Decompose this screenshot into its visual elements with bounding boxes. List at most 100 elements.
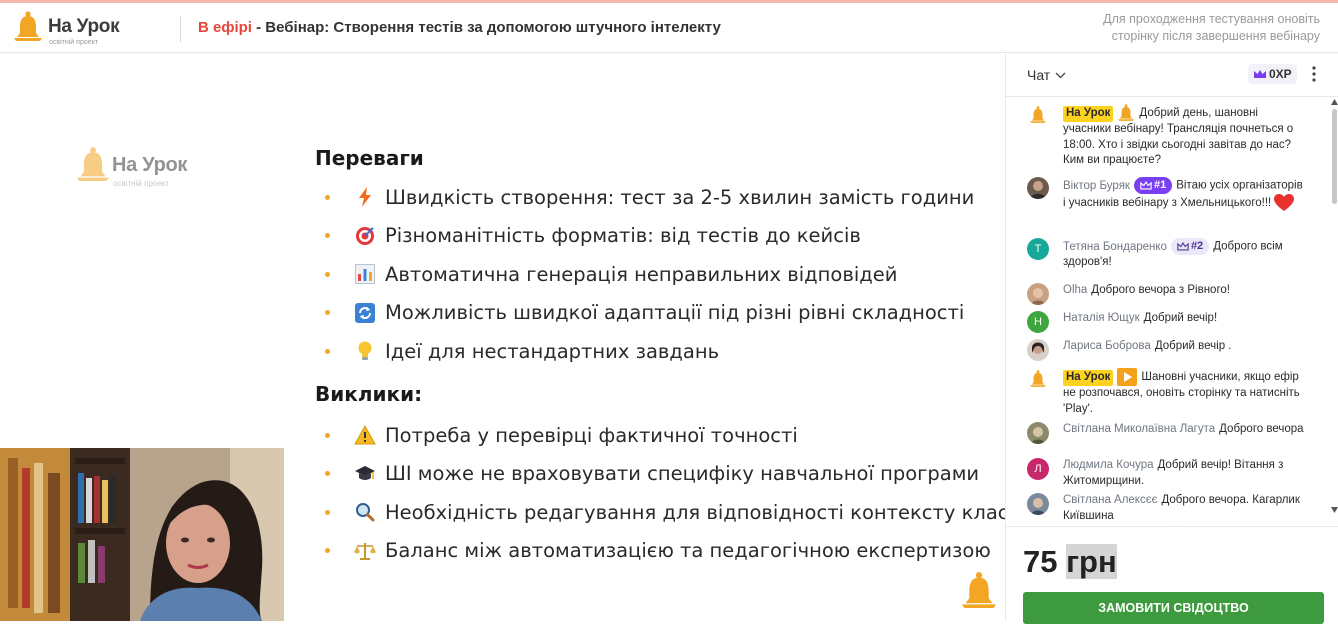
- author-name: Світлана Алексєє: [1063, 494, 1158, 506]
- author-name: Лариса Боброва: [1063, 340, 1151, 352]
- logo-subtitle: освітній проект: [49, 39, 98, 46]
- bell-icon: [1118, 104, 1135, 121]
- chat-tab-dropdown[interactable]: Чат: [1027, 67, 1066, 83]
- list-item-text: Ідеї для нестандартних завдань: [385, 339, 720, 363]
- message-text: Добрий вечір!: [1143, 312, 1218, 324]
- testing-note: Для проходження тестування оновіть сторі…: [1103, 12, 1320, 43]
- certificate-order-area: 75 грн ЗАМОВИТИ СВІДОЦТВО: [1006, 526, 1338, 624]
- chat-message-list[interactable]: На Урок Добрий день, шановні учасники веб…: [1006, 97, 1338, 525]
- header-divider: [180, 16, 181, 42]
- chat-tab-label: Чат: [1027, 67, 1051, 83]
- list-item-text: ШІ може не враховувати специфіку навчаль…: [385, 462, 980, 486]
- xp-badge[interactable]: 0XP: [1248, 64, 1297, 84]
- list-item: Можливість швидкої адаптації під різні р…: [325, 294, 974, 333]
- rank-badge: #1: [1133, 177, 1173, 194]
- chat-scrollbar[interactable]: [1329, 97, 1338, 525]
- top-bar: На Урок освітній проект В ефірі - Вебіна…: [0, 0, 1338, 53]
- scrollbar-thumb[interactable]: [1332, 109, 1337, 204]
- refresh-icon: [354, 302, 376, 324]
- list-item-text: Потреба у перевірці фактичної точності: [385, 423, 798, 447]
- bell-logo-icon: [14, 11, 42, 41]
- author-tag: На Урок: [1063, 106, 1114, 122]
- certificate-price: 75 грн: [1023, 544, 1117, 580]
- bullet-dot: [325, 509, 330, 515]
- avatar: Т: [1027, 238, 1049, 260]
- heart-icon: [1274, 194, 1295, 212]
- advantages-list: Швидкість створення: тест за 2-5 хвилин …: [325, 178, 974, 371]
- bullet-dot: [325, 548, 330, 554]
- bell-logo-icon: [77, 147, 109, 181]
- order-certificate-button[interactable]: ЗАМОВИТИ СВІДОЦТВО: [1023, 592, 1324, 624]
- bullet-dot: [325, 432, 330, 438]
- avatar: Л: [1027, 458, 1049, 480]
- list-item-text: Швидкість створення: тест за 2-5 хвилин …: [385, 185, 975, 209]
- na-urok-logo[interactable]: На Урок освітній проект: [14, 11, 134, 51]
- lightning-icon: [354, 186, 376, 208]
- target-icon: [354, 225, 376, 247]
- message-text: Доброго вечора з Рівного!: [1091, 284, 1230, 296]
- crown-icon: [1177, 242, 1189, 251]
- play-icon: [1117, 368, 1138, 386]
- slide-logo-name: На Урок: [112, 154, 188, 176]
- slide-logo-subtitle: освітній проект: [113, 179, 169, 188]
- bullet-dot: [325, 233, 330, 239]
- crown-icon: [1254, 70, 1266, 78]
- message-text: Добрий вечір .: [1154, 340, 1232, 352]
- bar-chart-icon: [354, 263, 376, 285]
- author-name: Наталія Ющук: [1063, 312, 1140, 324]
- warning-icon: [354, 424, 376, 446]
- author-name: Тетяна Бондаренко: [1063, 240, 1167, 253]
- avatar: [1027, 422, 1049, 444]
- avatar: [1027, 177, 1049, 199]
- avatar: Н: [1027, 311, 1049, 333]
- challenges-list: Потреба у перевірці фактичної точності Ш…: [325, 416, 1005, 570]
- author-name: Людмила Кочура: [1063, 459, 1154, 471]
- list-item-text: Різноманітність форматів: від тестів до …: [385, 224, 861, 248]
- live-label: В ефірі: [198, 19, 252, 36]
- scroll-up-arrow-icon[interactable]: [1331, 99, 1338, 105]
- list-item-text: Можливість швидкої адаптації під різні р…: [385, 301, 965, 325]
- price-amount: 75: [1023, 544, 1067, 579]
- chat-panel: Чат 0XP На Урок Добрий день, шановні учас…: [1005, 54, 1338, 624]
- bullet-dot: [325, 194, 330, 200]
- list-item: Потреба у перевірці фактичної точності: [325, 416, 1005, 455]
- bell-icon: [962, 572, 996, 608]
- list-item: Різноманітність форматів: від тестів до …: [325, 217, 974, 256]
- xp-value: 0XP: [1269, 67, 1292, 81]
- lightbulb-icon: [354, 340, 376, 362]
- list-item: ШІ може не враховувати специфіку навчаль…: [325, 455, 1005, 494]
- author-name: Світлана Миколаївна Лагута: [1063, 423, 1216, 435]
- chat-header: Чат 0XP: [1006, 54, 1338, 97]
- graduation-cap-icon: [354, 463, 376, 485]
- author-name: Віктор Буряк: [1063, 179, 1130, 192]
- price-currency: грн: [1066, 544, 1117, 579]
- bullet-dot: [325, 348, 330, 354]
- author-name: Olha: [1063, 284, 1088, 296]
- presentation-slide: На Урок освітній проект Переваги Швидкіс…: [0, 54, 1005, 621]
- bullet-dot: [325, 271, 330, 277]
- list-item-text: Автоматична генерація неправильних відпо…: [385, 262, 898, 286]
- author-tag: На Урок: [1063, 370, 1114, 386]
- scroll-down-arrow-icon[interactable]: [1331, 507, 1338, 513]
- rank-value: #2: [1190, 239, 1204, 252]
- presenter-webcam-video[interactable]: [0, 448, 284, 621]
- list-item: Швидкість створення: тест за 2-5 хвилин …: [325, 178, 974, 217]
- avatar: [1027, 339, 1049, 361]
- logo-name: На Урок: [48, 16, 120, 37]
- scales-icon: [354, 540, 376, 562]
- list-item: Автоматична генерація неправильних відпо…: [325, 255, 974, 294]
- avatar: [1027, 104, 1049, 126]
- avatar: [1027, 493, 1049, 515]
- list-item: Баланс між автоматизацією та педагогічно…: [325, 532, 1005, 571]
- crown-icon: [1140, 181, 1152, 190]
- webinar-title-text: - Вебінар: Створення тестів за допомогою…: [251, 19, 721, 36]
- slide-logo: На Урок освітній проект: [77, 146, 207, 190]
- message-text: Доброго вечора: [1219, 423, 1304, 435]
- avatar: [1027, 368, 1049, 390]
- more-options-icon[interactable]: [1312, 66, 1316, 82]
- bullet-dot: [325, 310, 330, 316]
- bullet-dot: [325, 471, 330, 477]
- challenges-title: Виклики:: [315, 382, 423, 406]
- rank-value: #1: [1153, 178, 1167, 191]
- chevron-down-icon: [1055, 72, 1066, 78]
